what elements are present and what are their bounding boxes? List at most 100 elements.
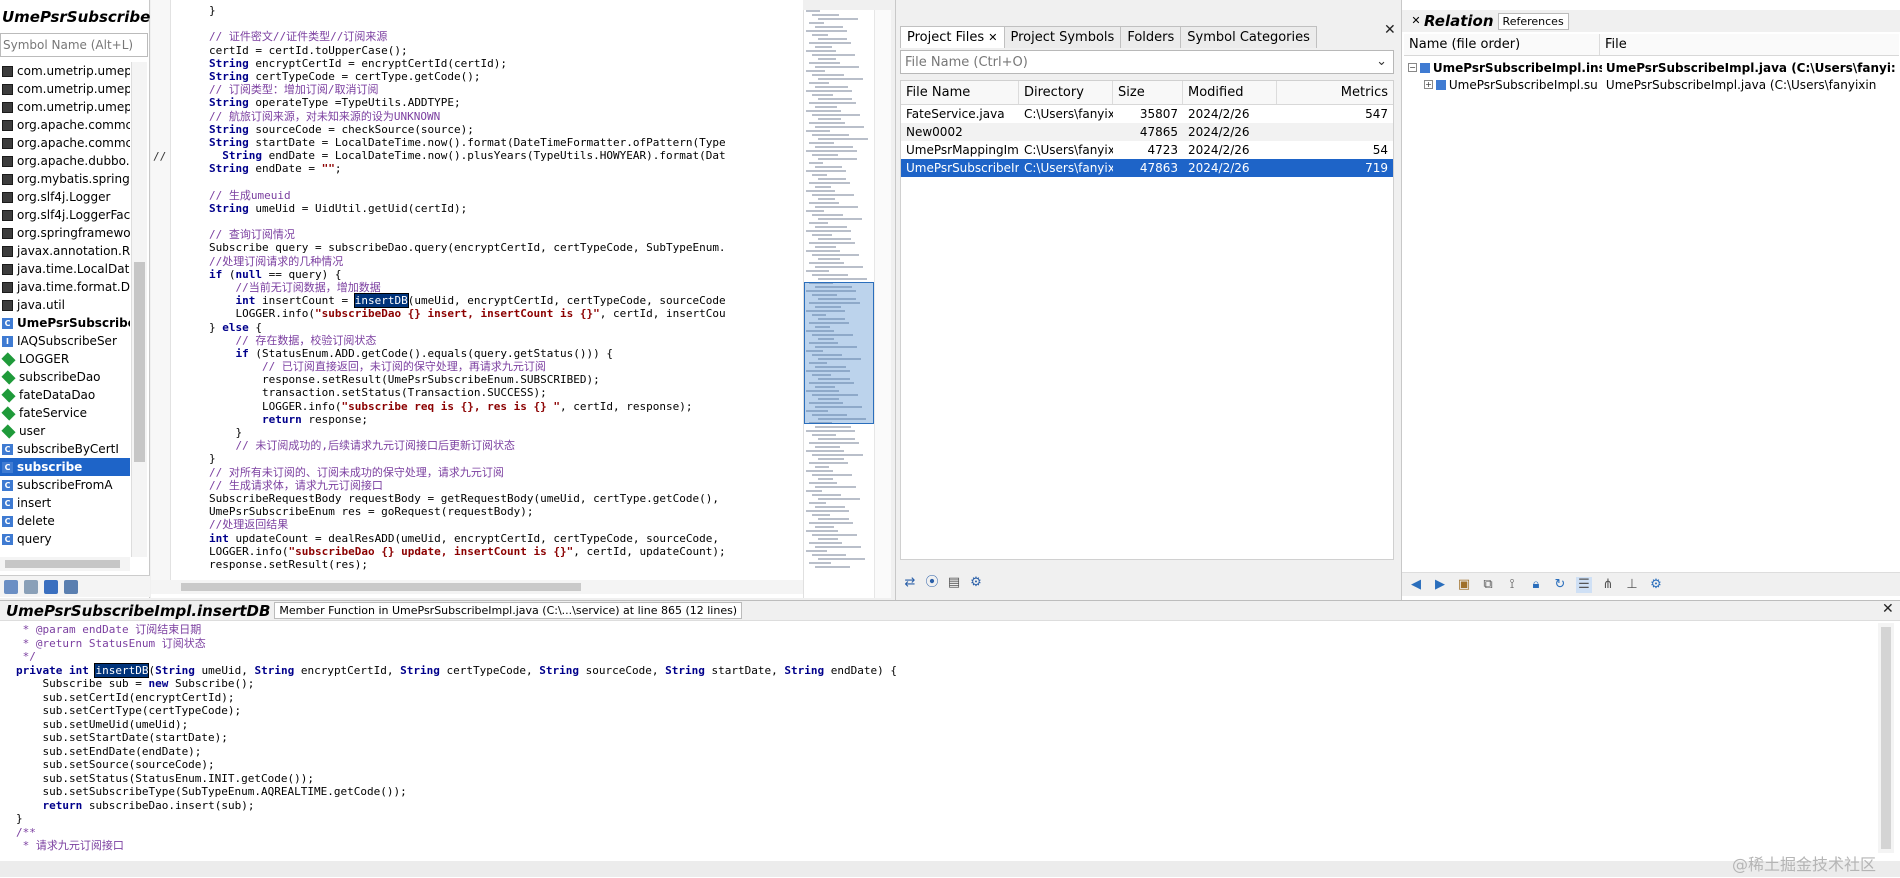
code-line[interactable]: response.setResult(UmePsrSubscribeEnum.S… (173, 373, 803, 386)
code-line[interactable]: // 未订阅成功的,后续请求九元订阅接口后更新订阅状态 (173, 439, 803, 452)
symbol-search-input[interactable]: Symbol Name (Alt+L) (0, 33, 148, 57)
context-code-line[interactable]: sub.setEndDate(endDate); (16, 745, 1866, 759)
code-line[interactable]: // 查询订阅情况 (173, 228, 803, 241)
symbol-item[interactable]: user (0, 422, 130, 440)
symbol-item[interactable]: org.springframewo (0, 224, 130, 242)
symbol-item[interactable]: java.util (0, 296, 130, 314)
code-line[interactable]: Subscribe query = subscribeDao.query(enc… (173, 241, 803, 254)
minimap-viewport[interactable] (804, 282, 874, 424)
code-line[interactable]: } else { (173, 321, 803, 334)
context-code-line[interactable]: sub.setSource(sourceCode); (16, 758, 1866, 772)
editor-hscrollbar[interactable] (151, 580, 803, 594)
code-line[interactable] (173, 17, 803, 30)
table-row[interactable]: FateService.java C:\Users\fanyix 35807 2024… (901, 105, 1393, 123)
context-code-line[interactable]: * @return StatusEnum 订阅状态 (16, 637, 1866, 651)
symbol-item[interactable]: com.umetrip.umeps (0, 98, 130, 116)
code-line[interactable]: LOGGER.info("subscribeDao {} insert, ins… (173, 307, 803, 320)
tab-folders[interactable]: Folders (1120, 26, 1182, 48)
context-code-line[interactable]: /** (16, 826, 1866, 840)
back-arrow-icon[interactable]: ◀ (1408, 577, 1424, 593)
symbol-item[interactable]: javax.annotation.Re (0, 242, 130, 260)
code-line[interactable]: response.setResult(res); (173, 558, 803, 571)
context-code[interactable]: * @param endDate 订阅结束日期 * @return Status… (16, 623, 1866, 863)
code-line[interactable]: // 生成umeuid (173, 189, 803, 202)
symbol-item[interactable]: fateDataDao (0, 386, 130, 404)
context-code-line[interactable]: sub.setStartDate(startDate); (16, 731, 1866, 745)
context-code-line[interactable]: } (16, 812, 1866, 826)
code-line[interactable]: String umeUid = UidUtil.getUid(certId); (173, 202, 803, 215)
code-line[interactable]: } (173, 452, 803, 465)
view-icon[interactable]: ▤ (946, 575, 962, 591)
symbol-item[interactable]: java.time.LocalDate (0, 260, 130, 278)
table-row[interactable]: New0002 47865 2024/2/26 (901, 123, 1393, 141)
table-row[interactable]: UmePsrSubscribeIm C:\Users\fanyix 47863 202… (901, 159, 1393, 177)
symbol-item[interactable]: subscribeDao (0, 368, 130, 386)
code-line[interactable]: } (173, 426, 803, 439)
sync-icon[interactable]: ⇄ (902, 575, 918, 591)
symbol-item[interactable]: org.mybatis.spring. (0, 170, 130, 188)
column-header-size[interactable]: Size (1113, 81, 1183, 104)
context-hscrollbar[interactable] (0, 861, 1900, 877)
code-line[interactable]: // 订阅类型：增加订阅/取消订阅 (173, 83, 803, 96)
minimap-scrollbar[interactable] (874, 10, 891, 598)
sort-icon[interactable] (4, 579, 18, 594)
symbol-item[interactable]: Cdelete (0, 512, 130, 530)
symbol-item[interactable]: java.time.format.Da (0, 278, 130, 296)
code-line[interactable]: if (StatusEnum.ADD.getCode().equals(quer… (173, 347, 803, 360)
categories-icon[interactable] (44, 579, 58, 594)
filter-icon[interactable]: ⦿ (924, 575, 940, 591)
column-header-directory[interactable]: Directory (1019, 81, 1113, 104)
code-line[interactable]: // 已订阅直接返回，未订阅的保守处理，再请求九元订阅 (173, 360, 803, 373)
context-code-line[interactable]: sub.setSubscribeType(SubTypeEnum.AQREALT… (16, 785, 1866, 799)
context-code-line[interactable]: * 请求九元订阅接口 (16, 839, 1866, 853)
code-line[interactable]: // 对所有未订阅的、订阅未成功的保守处理，请求九元订阅 (173, 466, 803, 479)
code-line[interactable]: transaction.setStatus(Transaction.SUCCES… (173, 386, 803, 399)
editor-code[interactable]: } // 证件密文//证件类型//订阅来源 certId = certId.toUp… (173, 4, 803, 580)
code-line[interactable]: String operateType =TypeUtils.ADDTYPE; (173, 96, 803, 109)
tab-project-files[interactable]: Project Files ✕ (900, 26, 1005, 48)
relation-row[interactable]: + UmePsrSubscribeImpl.su UmePsrSubscribeIm… (1404, 76, 1899, 93)
context-code-line[interactable]: sub.setStatus(StatusEnum.INIT.getCode())… (16, 772, 1866, 786)
code-line[interactable]: // 生成请求体，请求九元订阅接口 (173, 479, 803, 492)
code-line[interactable]: LOGGER.info("subscribeDao {} update, ins… (173, 545, 803, 558)
graph-icon[interactable]: ⧉ (1480, 577, 1496, 593)
context-code-line[interactable]: Subscribe sub = new Subscribe(); (16, 677, 1866, 691)
symbol-item[interactable]: org.slf4j.LoggerFac (0, 206, 130, 224)
code-line[interactable]: certId = certId.toUpperCase(); (173, 44, 803, 57)
code-line[interactable]: UmePsrSubscribeEnum res = goRequest(requ… (173, 505, 803, 518)
code-line[interactable]: // 证件密文//证件类型//订阅来源 (173, 30, 803, 43)
code-line[interactable] (173, 215, 803, 228)
symbol-list-scrollbar[interactable] (131, 62, 147, 557)
symbol-item[interactable]: CsubscribeByCertI (0, 440, 130, 458)
symbol-item[interactable]: CsubscribeFromA (0, 476, 130, 494)
code-line[interactable]: if (null == query) { (173, 268, 803, 281)
code-line[interactable]: LOGGER.info("subscribe req is {}, res is… (173, 400, 803, 413)
code-line[interactable]: String endDate = ""; (173, 162, 803, 175)
settings-icon[interactable] (64, 579, 78, 594)
symbol-item[interactable]: fateService (0, 404, 130, 422)
tab-references[interactable]: References (1497, 12, 1569, 30)
close-icon[interactable]: ✕ (1882, 601, 1894, 617)
code-line[interactable] (173, 175, 803, 188)
symbol-item[interactable]: Cquery (0, 530, 130, 548)
code-line[interactable]: String sourceCode = checkSource(source); (173, 123, 803, 136)
symbol-item[interactable]: org.apache.commc (0, 134, 130, 152)
symbol-item[interactable]: org.apache.commc (0, 116, 130, 134)
column-header-metrics[interactable]: Metrics (1277, 81, 1393, 104)
editor-minimap[interactable] (803, 10, 891, 598)
context-code-line[interactable]: sub.setUmeUid(umeUid); (16, 718, 1866, 732)
list-view-icon[interactable] (24, 579, 38, 594)
refresh-icon[interactable]: ↻ (1552, 577, 1568, 593)
code-line[interactable]: int insertCount = insertDB(umeUid, encry… (173, 293, 803, 309)
code-line[interactable]: int updateCount = dealResADD(umeUid, enc… (173, 532, 803, 545)
tab-close-icon[interactable]: ✕ (988, 31, 997, 44)
code-line[interactable]: String encryptCertId = encryptCertId(cer… (173, 57, 803, 70)
column-header-file[interactable]: File (1600, 34, 1899, 55)
tab-symbol-categories[interactable]: Symbol Categories (1180, 26, 1317, 48)
list-mode-icon[interactable]: ☰ (1576, 576, 1592, 593)
code-line[interactable]: return response; (173, 413, 803, 426)
symbol-list-hscrollbar[interactable] (0, 557, 130, 571)
column-header-name[interactable]: Name (file order) (1404, 34, 1600, 55)
code-line[interactable]: //处理订阅请求的几种情况 (173, 255, 803, 268)
symbol-item[interactable]: Cinsert (0, 494, 130, 512)
